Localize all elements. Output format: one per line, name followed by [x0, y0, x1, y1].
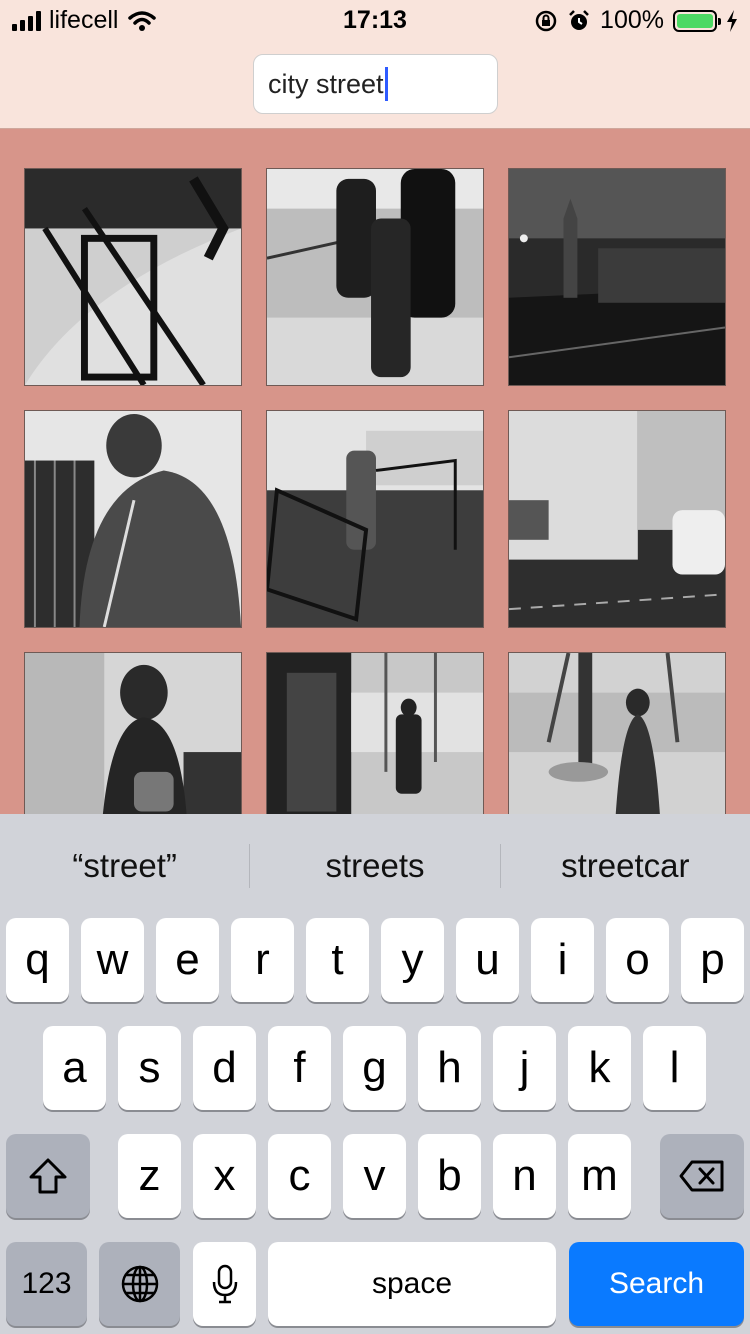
key-h[interactable]: h	[418, 1026, 481, 1110]
search-input[interactable]: city street	[253, 54, 498, 114]
key-s[interactable]: s	[118, 1026, 181, 1110]
photo-street-worker	[267, 411, 483, 627]
photo-night-street	[509, 169, 725, 385]
header: lifecell 17:13 100% city street	[0, 0, 750, 129]
photo-thumbnail[interactable]	[508, 168, 726, 386]
key-b[interactable]: b	[418, 1134, 481, 1218]
key-w[interactable]: w	[81, 918, 144, 1002]
key-k[interactable]: k	[568, 1026, 631, 1110]
battery-percent: 100%	[600, 6, 664, 34]
shift-key[interactable]	[6, 1134, 90, 1218]
globe-key[interactable]	[99, 1242, 180, 1326]
key-v[interactable]: v	[343, 1134, 406, 1218]
photo-bench-shadow	[25, 169, 241, 385]
battery-icon	[673, 9, 721, 32]
photo-thumbnail[interactable]	[24, 168, 242, 386]
charging-icon	[727, 9, 737, 32]
key-j[interactable]: j	[493, 1026, 556, 1110]
key-n[interactable]: n	[493, 1134, 556, 1218]
photo-people-sidewalk	[267, 169, 483, 385]
alarm-icon	[569, 9, 589, 30]
backspace-key[interactable]	[660, 1134, 744, 1218]
photo-thumbnail[interactable]	[266, 410, 484, 628]
space-key[interactable]: space	[268, 1242, 556, 1326]
backspace-icon	[679, 1160, 724, 1192]
photo-thumbnail[interactable]	[508, 410, 726, 628]
key-m[interactable]: m	[568, 1134, 631, 1218]
numbers-key[interactable]: 123	[6, 1242, 87, 1326]
rotation-lock-icon	[535, 10, 557, 31]
key-p[interactable]: p	[681, 918, 744, 1002]
key-o[interactable]: o	[606, 918, 669, 1002]
photo-man-jacket	[25, 411, 241, 627]
key-d[interactable]: d	[193, 1026, 256, 1110]
search-key[interactable]: Search	[569, 1242, 744, 1326]
key-c[interactable]: c	[268, 1134, 331, 1218]
key-u[interactable]: u	[456, 918, 519, 1002]
key-l[interactable]: l	[643, 1026, 706, 1110]
photo-thumbnail[interactable]	[24, 410, 242, 628]
suggestion-2[interactable]: streets	[250, 814, 499, 918]
search-input-value: city street	[268, 68, 384, 99]
photo-grid	[24, 168, 726, 870]
key-f[interactable]: f	[268, 1026, 331, 1110]
key-y[interactable]: y	[381, 918, 444, 1002]
key-r[interactable]: r	[231, 918, 294, 1002]
photo-corner-car	[509, 411, 725, 627]
key-a[interactable]: a	[43, 1026, 106, 1110]
microphone-icon	[212, 1264, 237, 1304]
key-i[interactable]: i	[531, 918, 594, 1002]
key-x[interactable]: x	[193, 1134, 256, 1218]
suggestion-1[interactable]: “street”	[0, 814, 249, 918]
text-caret	[384, 67, 388, 101]
globe-icon	[121, 1265, 158, 1303]
key-g[interactable]: g	[343, 1026, 406, 1110]
key-e[interactable]: e	[156, 918, 219, 1002]
key-t[interactable]: t	[306, 918, 369, 1002]
photo-thumbnail[interactable]	[266, 168, 484, 386]
keyboard: “street” streets streetcar q w e r t y u…	[0, 814, 750, 1334]
suggestion-bar: “street” streets streetcar	[0, 814, 750, 918]
suggestion-3[interactable]: streetcar	[501, 814, 750, 918]
key-z[interactable]: z	[118, 1134, 181, 1218]
status-bar: lifecell 17:13 100%	[0, 0, 750, 40]
dictation-key[interactable]	[193, 1242, 256, 1326]
shift-icon	[29, 1158, 67, 1194]
key-q[interactable]: q	[6, 918, 69, 1002]
